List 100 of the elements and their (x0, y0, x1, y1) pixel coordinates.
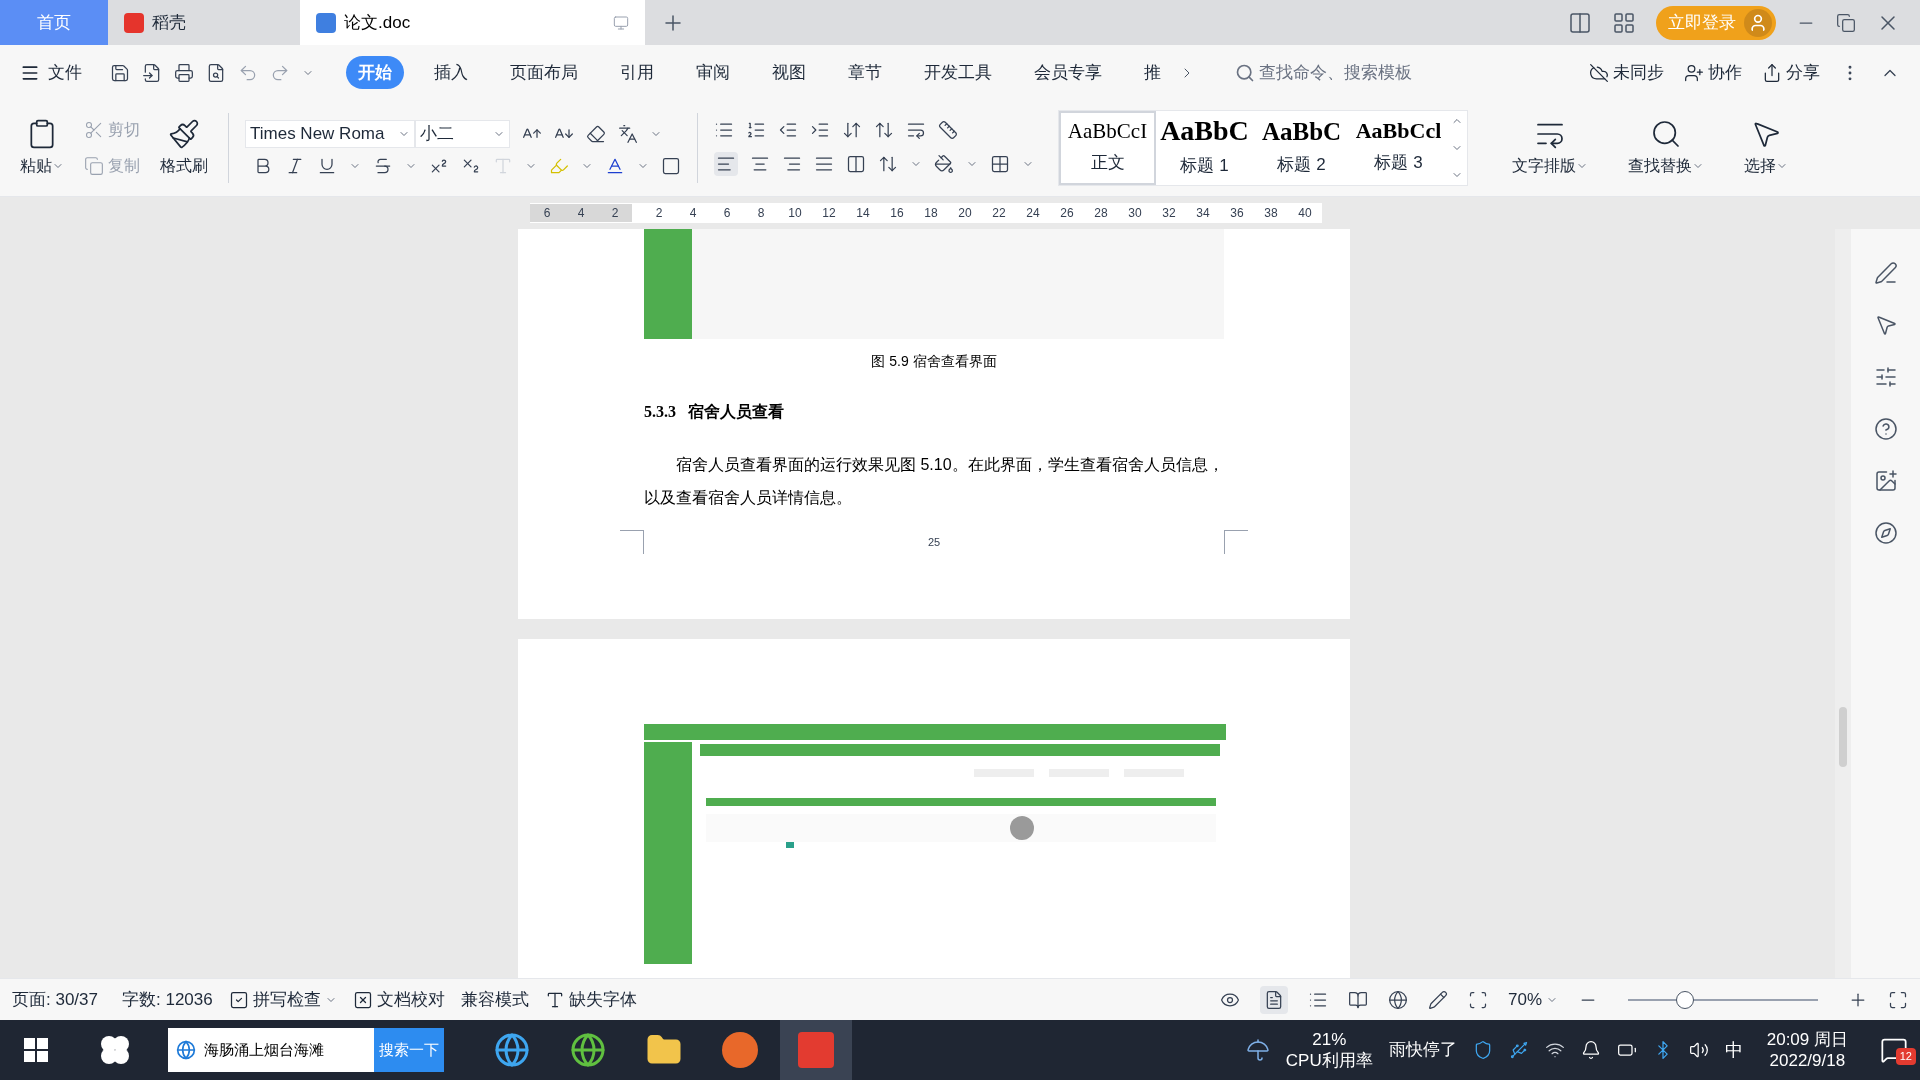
paste-button[interactable]: 粘贴 (16, 118, 68, 178)
usb-icon[interactable] (1508, 1040, 1529, 1060)
font-size-dropdown[interactable]: 小二 (415, 120, 510, 148)
notification-badge: 12 (1895, 1048, 1916, 1065)
image-icon[interactable] (1873, 469, 1898, 493)
shading-icon[interactable] (934, 154, 954, 174)
align-left-icon[interactable] (714, 152, 738, 176)
font-status-button[interactable]: 缺失字体 (544, 986, 637, 1013)
sync-button[interactable]: 未同步 (1589, 59, 1664, 86)
style-preset[interactable]: AaBbCcI 正文 (1059, 111, 1156, 185)
numbered-list-icon[interactable] (746, 120, 766, 140)
taskbar-search-field[interactable]: 海肠涌上烟台海滩 (168, 1028, 374, 1072)
copy-icon (84, 156, 104, 176)
character-border-icon[interactable] (661, 156, 681, 176)
cut-icon (84, 120, 104, 140)
word-count[interactable]: 字数: 12036 (122, 986, 213, 1013)
export-icon[interactable] (142, 62, 162, 83)
print-icon[interactable] (174, 62, 194, 83)
share-button[interactable]: 分享 (1762, 59, 1820, 86)
ribbon-tab[interactable]: 开发工具 (912, 55, 1004, 90)
print-preview-icon[interactable] (206, 62, 226, 83)
umbrella-icon (1245, 1038, 1270, 1062)
search-icon (1650, 118, 1682, 150)
ribbon-tab[interactable]: 章节 (836, 55, 894, 90)
format-painter-button[interactable]: 格式刷 (156, 118, 212, 178)
file-menu[interactable]: 文件 (20, 59, 82, 86)
sliders-icon[interactable] (1873, 365, 1898, 389)
plain-status-button[interactable]: 兼容模式 (460, 986, 529, 1013)
fullscreen-icon[interactable] (1888, 989, 1908, 1010)
share-icon (1762, 62, 1782, 83)
volume-icon[interactable] (1688, 1040, 1709, 1060)
layout-tool-button[interactable]: 文字排版 (1508, 118, 1592, 178)
page-view-icon[interactable] (1259, 985, 1288, 1014)
strikethrough-icon[interactable] (373, 156, 393, 176)
cloud-icon (1589, 62, 1609, 83)
ruler-number: 36 (1229, 205, 1245, 222)
underline-icon[interactable] (317, 156, 337, 176)
ruler-icon[interactable] (938, 120, 958, 140)
ribbon-tab[interactable]: 页面布局 (498, 55, 590, 90)
section-heading: 宿舍人员查看 (688, 402, 784, 422)
apps-grid-icon[interactable] (1612, 10, 1636, 35)
clock-time[interactable]: 20:09 周日 (1766, 1028, 1848, 1050)
bell-icon[interactable] (1580, 1040, 1601, 1060)
reading-view-icon[interactable] (1347, 989, 1368, 1010)
command-search-field[interactable]: 查找命令、搜索模板 (1235, 59, 1475, 86)
sort-icon[interactable] (874, 120, 894, 140)
avatar-icon (1744, 8, 1772, 37)
zoom-dropdown[interactable]: 70% (1507, 986, 1558, 1013)
proof-status-button[interactable]: 文档校对 (352, 986, 445, 1013)
font-color-icon[interactable] (605, 156, 625, 176)
body-paragraph: 宿舍人员查看界面的运行效果见图 5.10。在此界面，学生查看宿舍人员信息，以及查看宿舍人员详情信息。 (644, 455, 1225, 508)
eraser-icon[interactable] (586, 124, 606, 144)
ruler-number: 32 (1161, 205, 1177, 222)
pinwheel-icon[interactable] (98, 1033, 132, 1067)
ruler-number: 16 (889, 205, 905, 222)
clock-date[interactable]: 2022/9/18 (1769, 1050, 1846, 1072)
help-icon[interactable] (1873, 417, 1898, 441)
collab-button[interactable]: 协作 (1684, 59, 1742, 86)
style-preset[interactable]: AaBbC 标题 1 (1156, 111, 1253, 185)
pencil-icon[interactable] (1427, 989, 1448, 1010)
find-tool-button[interactable]: 查找替换 (1624, 118, 1708, 178)
spell-status-button[interactable]: 拼写检查 (228, 986, 337, 1013)
pen-icon[interactable] (1873, 261, 1898, 285)
borders-icon[interactable] (990, 154, 1010, 174)
ruler-number: 22 (991, 205, 1007, 222)
style-preset[interactable]: AaBbCcl 标题 3 (1350, 111, 1447, 185)
ruler-number: 30 (1127, 205, 1143, 222)
page-count[interactable]: 页面: 30/37 (12, 986, 98, 1013)
ribbon-tab[interactable]: 引用 (608, 55, 666, 90)
line-spacing-icon[interactable] (878, 154, 898, 174)
style-preset[interactable]: AaBbC 标题 2 (1253, 111, 1350, 185)
text-direction-icon[interactable] (842, 120, 862, 140)
distribute-icon[interactable] (846, 154, 866, 174)
scrollbar-thumb[interactable] (1839, 707, 1847, 767)
fit-page-icon[interactable] (1467, 989, 1488, 1010)
ribbon-tab[interactable]: 推 (1132, 55, 1173, 90)
font-name-dropdown[interactable]: Times New Roma (245, 120, 415, 148)
ribbon-tab[interactable]: 插入 (422, 55, 480, 90)
ribbon-tab[interactable]: 视图 (760, 55, 818, 90)
document-tab[interactable]: 论文.doc (300, 0, 645, 45)
ruler-number: 8 (756, 205, 766, 222)
figure-caption: 图 5.9 宿舍查看界面 (870, 352, 998, 371)
user-plus-icon (1684, 62, 1704, 83)
panel-icon[interactable] (1568, 10, 1592, 35)
ribbon-tab[interactable]: 会员专享 (1022, 55, 1114, 90)
search-icon (1235, 62, 1255, 83)
x-square-icon (352, 989, 373, 1010)
compass-icon[interactable] (1873, 521, 1898, 545)
phonetic-guide-icon[interactable] (618, 124, 638, 144)
input-method-indicator[interactable]: 中 (1724, 1036, 1743, 1064)
web-view-icon[interactable] (1387, 989, 1408, 1010)
windows-logo-icon[interactable] (24, 1038, 48, 1062)
corner-mark (620, 530, 644, 554)
select-tool-button[interactable]: 选择 (1740, 118, 1792, 178)
zoom-slider-thumb[interactable] (1676, 990, 1694, 1009)
paintbrush-icon (168, 118, 200, 150)
save-icon[interactable] (110, 62, 130, 83)
ruler-number: 6 (722, 205, 732, 222)
restore-icon[interactable] (1836, 12, 1856, 33)
ribbon-tab[interactable]: 审阅 (684, 55, 742, 90)
